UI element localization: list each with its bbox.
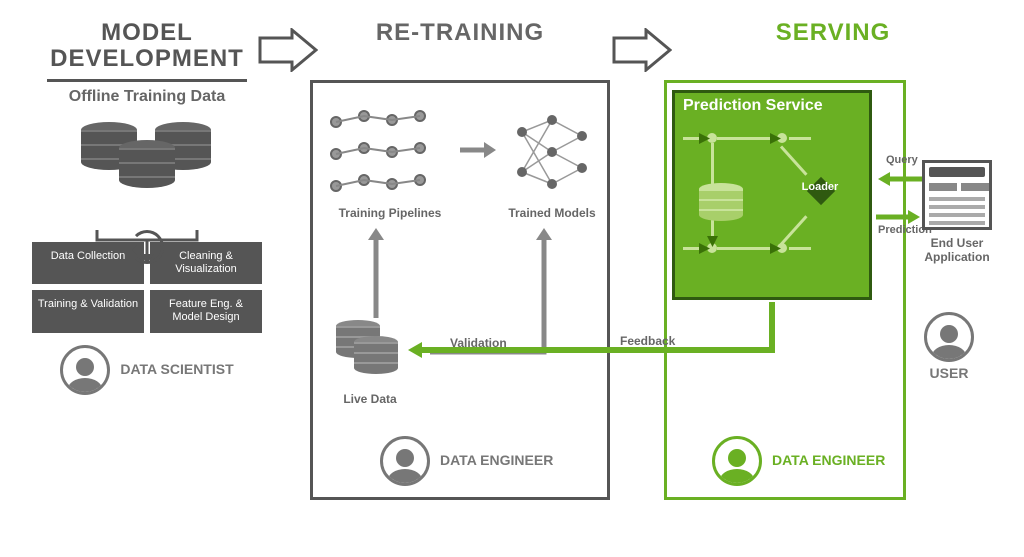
title-line2: DEVELOPMENT [50, 45, 244, 72]
stage-serving: SERVING Prediction Service Loader Query … [664, 20, 1002, 46]
box-training-validation: Training & Validation [32, 290, 144, 332]
cycle-arrows-icon [130, 230, 164, 264]
subtitle-offline-training-data: Offline Training Data [32, 88, 262, 106]
arrow-stage-1-to-2 [258, 28, 318, 72]
persona-user: USER [924, 312, 974, 381]
persona-data-engineer-green: DATA ENGINEER [712, 436, 885, 486]
arrow-query-icon [874, 170, 924, 188]
prediction-service-title: Prediction Service [675, 93, 869, 119]
training-pipeline-icon [330, 110, 450, 200]
end-user-app-icon [922, 160, 992, 230]
label-training-pipelines: Training Pipelines [330, 206, 450, 220]
persona-data-scientist: DATA SCIENTIST [32, 345, 262, 395]
prediction-service-box: Prediction Service Loader [672, 90, 872, 300]
neural-network-icon [506, 106, 598, 198]
stage-title: SERVING [664, 20, 1002, 46]
stage-model-development: MODEL DEVELOPMENT Offline Training Data … [32, 20, 262, 395]
persona-label: DATA ENGINEER [440, 453, 553, 468]
avatar-icon [924, 312, 974, 362]
persona-label: DATA ENGINEER [772, 453, 885, 468]
arrow-stage-2-to-3 [612, 28, 672, 72]
stage-retraining: RE-TRAINING Training Pipelines Trained M… [310, 20, 610, 46]
label-feedback: Feedback [620, 334, 675, 348]
avatar-icon [60, 345, 110, 395]
arrow-right-icon [458, 140, 498, 160]
stage-title: MODEL DEVELOPMENT [32, 20, 262, 73]
database-cluster-icon [77, 112, 217, 212]
label-query: Query [886, 154, 918, 166]
divider [47, 79, 247, 82]
arrow-up-icon [364, 226, 388, 320]
title-line1: MODEL [101, 19, 193, 46]
label-loader: Loader [795, 181, 845, 193]
avatar-icon [380, 436, 430, 486]
label-live-data: Live Data [330, 392, 410, 406]
box-feature-eng-model-design: Feature Eng. & Model Design [150, 290, 262, 332]
stage-title: RE-TRAINING [310, 20, 610, 46]
persona-label: DATA SCIENTIST [120, 362, 233, 377]
arrow-feedback-icon [406, 300, 776, 360]
label-trained-models: Trained Models [504, 206, 600, 220]
persona-data-engineer: DATA ENGINEER [380, 436, 553, 486]
label-end-user-app: End User Application [916, 236, 998, 264]
persona-label: USER [924, 366, 974, 381]
db-icon [699, 183, 743, 221]
avatar-icon [712, 436, 762, 486]
